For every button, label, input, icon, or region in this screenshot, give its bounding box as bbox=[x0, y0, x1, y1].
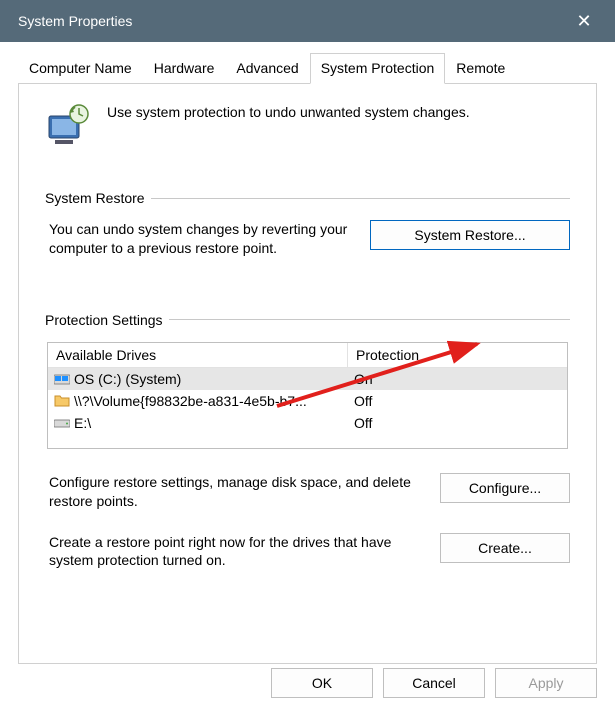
intro-text: Use system protection to undo unwanted s… bbox=[107, 102, 470, 120]
group-protection-settings-label: Protection Settings bbox=[45, 312, 163, 328]
group-protection-settings: Protection Settings bbox=[45, 312, 570, 328]
titlebar: System Properties ✕ bbox=[0, 0, 615, 42]
apply-button[interactable]: Apply bbox=[495, 668, 597, 698]
drive-name: E:\ bbox=[74, 415, 91, 431]
system-restore-button[interactable]: System Restore... bbox=[370, 220, 570, 250]
tab-advanced[interactable]: Advanced bbox=[225, 53, 309, 84]
cancel-button[interactable]: Cancel bbox=[383, 668, 485, 698]
column-protection[interactable]: Protection bbox=[348, 343, 567, 368]
column-available-drives[interactable]: Available Drives bbox=[48, 343, 348, 368]
table-row[interactable]: OS (C:) (System) On bbox=[48, 368, 567, 390]
divider bbox=[169, 319, 570, 320]
table-row[interactable]: \\?\Volume{f98832be-a831-4e5b-b7... Off bbox=[48, 390, 567, 412]
create-row: Create a restore point right now for the… bbox=[45, 533, 570, 571]
system-restore-text: You can undo system changes by reverting… bbox=[45, 220, 354, 258]
divider bbox=[151, 198, 570, 199]
window-title: System Properties bbox=[18, 13, 132, 29]
tab-remote[interactable]: Remote bbox=[445, 53, 516, 84]
tab-pane: Use system protection to undo unwanted s… bbox=[18, 84, 597, 664]
drives-table: Available Drives Protection OS (C:) (Sys… bbox=[47, 342, 568, 449]
configure-text: Configure restore settings, manage disk … bbox=[45, 473, 420, 511]
drive-os-icon bbox=[54, 371, 70, 387]
content-area: Computer Name Hardware Advanced System P… bbox=[0, 42, 615, 664]
system-restore-row: You can undo system changes by reverting… bbox=[45, 220, 570, 258]
group-system-restore: System Restore bbox=[45, 190, 570, 206]
configure-row: Configure restore settings, manage disk … bbox=[45, 473, 570, 511]
tab-strip: Computer Name Hardware Advanced System P… bbox=[18, 52, 597, 84]
drive-protection: Off bbox=[348, 414, 567, 432]
table-row[interactable]: E:\ Off bbox=[48, 412, 567, 434]
create-text: Create a restore point right now for the… bbox=[45, 533, 420, 571]
system-protection-icon bbox=[45, 102, 93, 150]
dialog-footer: OK Cancel Apply bbox=[271, 668, 597, 698]
tab-computer-name[interactable]: Computer Name bbox=[18, 53, 143, 84]
tab-system-protection[interactable]: System Protection bbox=[310, 53, 446, 84]
drives-header: Available Drives Protection bbox=[48, 343, 567, 368]
drive-protection: On bbox=[348, 370, 567, 388]
intro-row: Use system protection to undo unwanted s… bbox=[45, 102, 570, 150]
drive-icon bbox=[54, 415, 70, 431]
configure-button[interactable]: Configure... bbox=[440, 473, 570, 503]
close-icon[interactable]: ✕ bbox=[569, 11, 599, 32]
folder-icon bbox=[54, 393, 70, 409]
ok-button[interactable]: OK bbox=[271, 668, 373, 698]
drive-protection: Off bbox=[348, 392, 567, 410]
table-spacer bbox=[48, 434, 567, 448]
drive-name: \\?\Volume{f98832be-a831-4e5b-b7... bbox=[74, 393, 307, 409]
tab-hardware[interactable]: Hardware bbox=[143, 53, 226, 84]
group-system-restore-label: System Restore bbox=[45, 190, 145, 206]
drive-name: OS (C:) (System) bbox=[74, 371, 181, 387]
create-button[interactable]: Create... bbox=[440, 533, 570, 563]
